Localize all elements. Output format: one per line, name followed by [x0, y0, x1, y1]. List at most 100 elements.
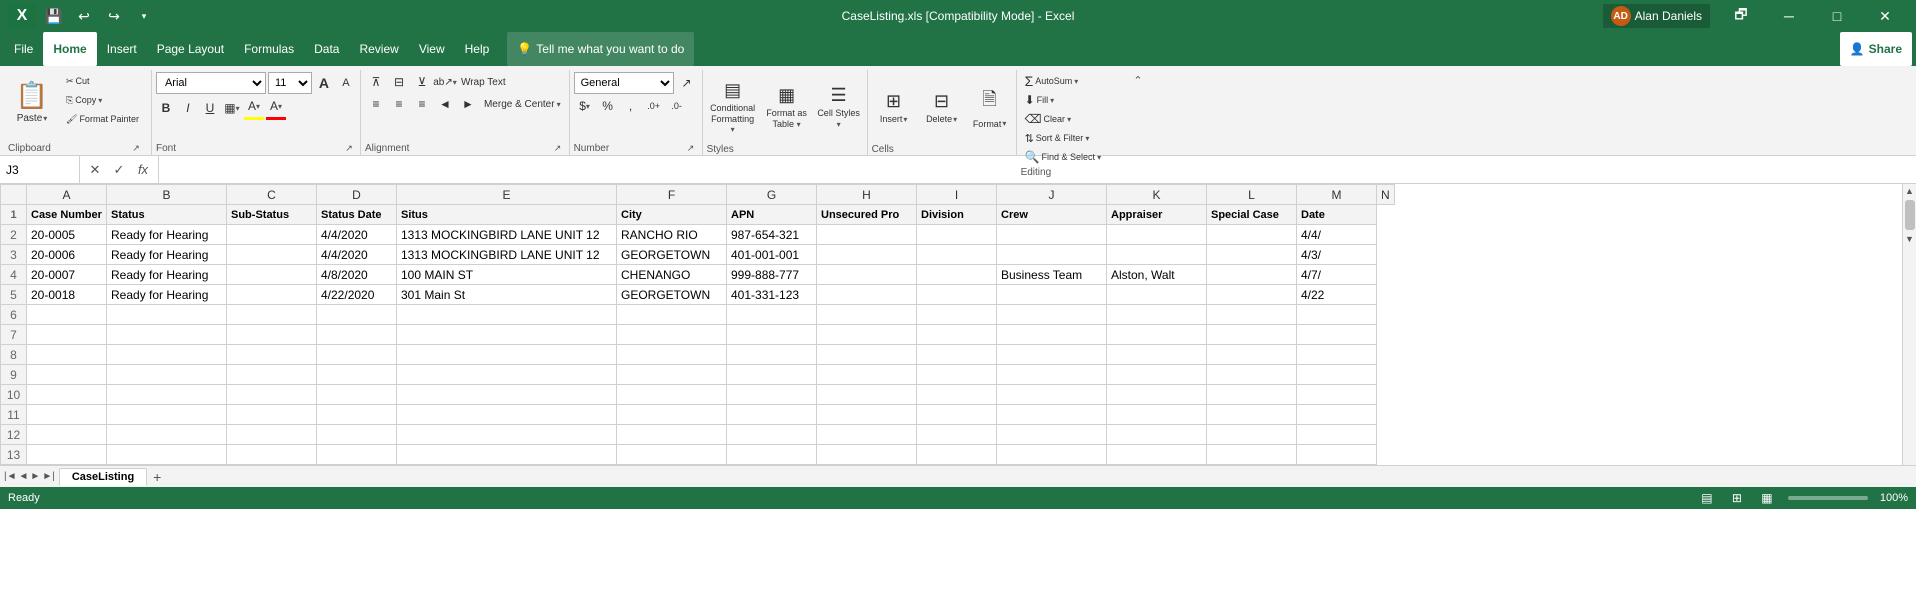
- cell[interactable]: Crew: [997, 205, 1107, 225]
- cell[interactable]: [27, 305, 107, 325]
- cell[interactable]: [1207, 365, 1297, 385]
- delete-button[interactable]: ⊟ Delete ▾: [920, 78, 964, 138]
- cell[interactable]: [817, 225, 917, 245]
- cell[interactable]: [727, 365, 817, 385]
- cell[interactable]: [317, 385, 397, 405]
- cell[interactable]: [617, 425, 727, 445]
- copy-button[interactable]: ⎘ Copy ▾: [62, 91, 143, 109]
- vertical-scrollbar[interactable]: ▲ ▼: [1902, 184, 1916, 465]
- cell[interactable]: [317, 445, 397, 465]
- cell[interactable]: RANCHO RIO: [617, 225, 727, 245]
- scroll-up-button[interactable]: ▲: [1903, 184, 1916, 198]
- cell[interactable]: APN: [727, 205, 817, 225]
- clear-button[interactable]: ⌫ Clear ▾: [1021, 110, 1076, 128]
- menu-formulas[interactable]: Formulas: [234, 32, 304, 66]
- cell[interactable]: [817, 265, 917, 285]
- font-size-select[interactable]: 11: [268, 72, 312, 94]
- cell[interactable]: GEORGETOWN: [617, 245, 727, 265]
- col-header-g[interactable]: G: [727, 185, 817, 205]
- insert-button[interactable]: ⊞ Insert ▾: [872, 78, 916, 138]
- col-header-d[interactable]: D: [317, 185, 397, 205]
- cell[interactable]: [1297, 405, 1377, 425]
- col-header-a[interactable]: A: [27, 185, 107, 205]
- normal-view-button[interactable]: ▤: [1698, 489, 1716, 507]
- percent-button[interactable]: %: [597, 96, 619, 116]
- wrap-text-button[interactable]: Wrap Text: [457, 73, 510, 91]
- row-number[interactable]: 13: [1, 445, 27, 465]
- cell[interactable]: Status Date: [317, 205, 397, 225]
- cell[interactable]: [1207, 425, 1297, 445]
- cell[interactable]: [997, 425, 1107, 445]
- cell[interactable]: Status: [107, 205, 227, 225]
- alignment-expand[interactable]: ↗: [551, 141, 565, 155]
- align-center-button[interactable]: ≡: [388, 94, 410, 114]
- user-button[interactable]: AD Alan Daniels: [1603, 4, 1710, 28]
- cell[interactable]: [817, 285, 917, 305]
- cell[interactable]: 4/22/2020: [317, 285, 397, 305]
- cell[interactable]: [1207, 405, 1297, 425]
- fill-arrow[interactable]: ▾: [1050, 96, 1054, 105]
- number-format-expand[interactable]: ↗: [676, 73, 698, 93]
- cell[interactable]: 20-0006: [27, 245, 107, 265]
- cell[interactable]: [617, 345, 727, 365]
- cell[interactable]: [817, 365, 917, 385]
- align-middle-button[interactable]: ⊟: [388, 72, 410, 92]
- cell[interactable]: [227, 405, 317, 425]
- cell[interactable]: [1207, 345, 1297, 365]
- row-number[interactable]: 12: [1, 425, 27, 445]
- increase-decimal-button[interactable]: .0+: [643, 96, 665, 116]
- comma-button[interactable]: ,: [620, 96, 642, 116]
- cell[interactable]: [917, 445, 997, 465]
- format-painter-button[interactable]: 🖌 Format Painter: [62, 110, 143, 128]
- italic-button[interactable]: I: [178, 98, 198, 118]
- cell[interactable]: [397, 445, 617, 465]
- cell[interactable]: [917, 225, 997, 245]
- cell[interactable]: Ready for Hearing: [107, 225, 227, 245]
- align-right-button[interactable]: ≡: [411, 94, 433, 114]
- cell[interactable]: 100 MAIN ST: [397, 265, 617, 285]
- cell[interactable]: [397, 325, 617, 345]
- spreadsheet[interactable]: A B C D E F G H I J K L M N 1Case Number…: [0, 184, 1902, 465]
- close-button[interactable]: ✕: [1862, 0, 1908, 32]
- delete-arrow[interactable]: ▾: [953, 115, 957, 124]
- cell[interactable]: CHENANGO: [617, 265, 727, 285]
- increase-indent-button[interactable]: ►: [457, 94, 479, 114]
- clear-arrow[interactable]: ▾: [1067, 115, 1071, 124]
- cut-button[interactable]: ✂ Cut: [62, 72, 143, 90]
- cell[interactable]: [617, 325, 727, 345]
- cell[interactable]: [727, 305, 817, 325]
- cell[interactable]: [617, 305, 727, 325]
- row-number[interactable]: 10: [1, 385, 27, 405]
- cell[interactable]: 20-0007: [27, 265, 107, 285]
- row-number[interactable]: 11: [1, 405, 27, 425]
- cell[interactable]: [997, 225, 1107, 245]
- cell[interactable]: 999-888-777: [727, 265, 817, 285]
- cell[interactable]: [817, 445, 917, 465]
- row-number[interactable]: 1: [1, 205, 27, 225]
- fill-button[interactable]: ⬇ Fill ▾: [1021, 91, 1059, 109]
- page-layout-view-button[interactable]: ⊞: [1728, 489, 1746, 507]
- cell[interactable]: [1207, 325, 1297, 345]
- cell[interactable]: 4/7/: [1297, 265, 1377, 285]
- decrease-font-button[interactable]: A: [336, 73, 356, 93]
- cell[interactable]: [397, 305, 617, 325]
- cell[interactable]: [917, 365, 997, 385]
- cell[interactable]: [317, 365, 397, 385]
- font-color-button[interactable]: A▾: [266, 96, 286, 116]
- insert-arrow[interactable]: ▾: [903, 115, 907, 124]
- cell[interactable]: [27, 325, 107, 345]
- col-header-n[interactable]: N: [1377, 185, 1395, 205]
- cell[interactable]: [1107, 245, 1207, 265]
- col-header-h[interactable]: H: [817, 185, 917, 205]
- cancel-formula-button[interactable]: ✕: [84, 159, 106, 181]
- first-sheet-button[interactable]: |◄: [4, 471, 17, 482]
- cell[interactable]: [227, 325, 317, 345]
- autosum-arrow[interactable]: ▾: [1074, 77, 1078, 86]
- cell[interactable]: [397, 425, 617, 445]
- tell-me-input[interactable]: 💡 Tell me what you want to do: [507, 32, 694, 66]
- scroll-thumb[interactable]: [1905, 200, 1915, 230]
- font-name-select[interactable]: Arial: [156, 72, 266, 94]
- cell[interactable]: [1207, 385, 1297, 405]
- cell[interactable]: [1107, 325, 1207, 345]
- cell[interactable]: GEORGETOWN: [617, 285, 727, 305]
